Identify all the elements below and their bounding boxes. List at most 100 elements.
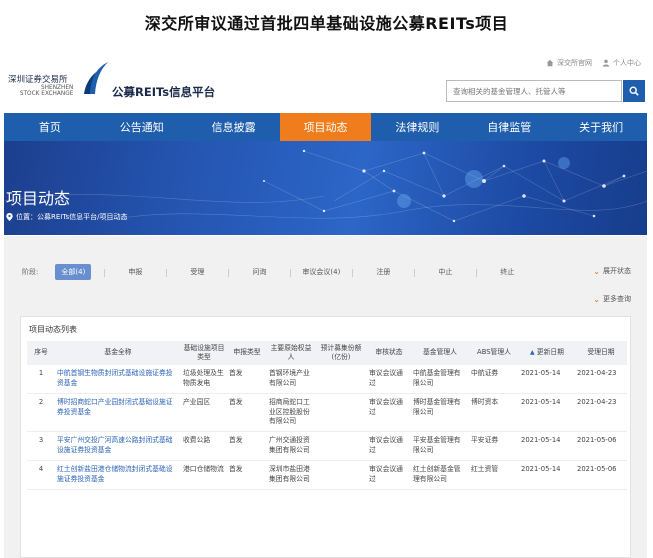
table-row: 2 博时招商蛇口产业园封闭式基础设施证券投资基金 产业园区 首发 招商局蛇口工业区控股股… (27, 393, 627, 433)
stage-registration-label: 注册 (376, 268, 391, 276)
cell-fund-name[interactable]: 博时招商蛇口产业园封闭式基础设施证券投资基金 (55, 393, 181, 433)
cell-declare-type: 首发 (227, 365, 267, 394)
nav-disclosure[interactable]: 信息披露 (188, 113, 280, 141)
cell-review-status: 审议会议通过 (367, 393, 411, 433)
user-icon (602, 59, 610, 67)
cell-fund-manager: 红土创新基金管理有限公司 (411, 460, 469, 490)
sort-up-icon: ▲ (530, 349, 535, 357)
home-icon (546, 59, 554, 67)
cell-expected-shares (315, 460, 367, 490)
list-title: 项目动态列表 (29, 325, 77, 334)
cell-project-type: 产业园区 (181, 393, 227, 433)
cell-fund-name[interactable]: 平安广州交投广河高速公路封闭式基础设施证券投资基金 (55, 431, 181, 461)
szse-home-link[interactable]: 深交所官网 (546, 58, 592, 68)
table-row: 1 中航首钢生物质封闭式基础设施证券投资基金 垃圾处理及生物质发电 首发 首钢环境产业有… (27, 365, 627, 394)
szse-logo[interactable]: 深圳证券交易所 SHENZHEN STOCK EXCHANGE (8, 60, 108, 104)
stage-terminated-label: 终止 (500, 268, 515, 276)
col-header-project-type: 基础设施项目类型 (183, 343, 225, 361)
cell-accept-date: 2021-05-06 (575, 431, 627, 461)
stage-accepted[interactable]: 受理 (166, 267, 228, 277)
stage-all-label: 全部(4) (55, 264, 92, 280)
cell-update-date: 2021-05-14 (519, 460, 575, 490)
stage-label: 阶段: (22, 268, 39, 276)
cell-accept-date: 2021-04-23 (575, 365, 627, 394)
szse-home-label: 深交所官网 (557, 59, 592, 67)
szse-logo-mark-icon (84, 62, 108, 94)
cell-fund-name[interactable]: 中航首钢生物质封闭式基础设施证券投资基金 (55, 365, 181, 394)
stage-suspended-label: 中止 (438, 268, 453, 276)
cell-abs-manager: 博时资本 (469, 393, 519, 433)
table-row: 4 红土创新盐田港仓储物流封闭式基础设施证券投资基金 港口仓储物流 首发 深圳市盐田港集… (27, 460, 627, 490)
cell-original-owner: 广州交通投资集团有限公司 (267, 431, 315, 461)
stage-review-meeting[interactable]: 审议会议(4) (290, 267, 352, 277)
cell-index: 4 (27, 460, 55, 490)
personal-center-link[interactable]: 个人中心 (602, 58, 641, 68)
logo-text-en-line2: STOCK EXCHANGE (19, 91, 74, 98)
cell-accept-date: 2021-05-06 (575, 460, 627, 490)
chevron-down-icon: ⌄ (593, 266, 600, 276)
project-table: 序号 基金全称 基础设施项目类型 申报类型 主要原始权益人 预计募集份额(亿份)… (27, 341, 627, 490)
project-list: 项目动态列表 序号 基金全称 基础设施项目类型 申报类型 主要原始权益人 预计募… (20, 316, 631, 558)
cell-abs-manager: 红土资管 (469, 460, 519, 490)
table-row: 3 平安广州交投广河高速公路封闭式基础设施证券投资基金 收费公路 首发 广州交通投资集团… (27, 431, 627, 461)
nav-announcements[interactable]: 公告通知 (96, 113, 188, 141)
col-header-declare-type: 申报类型 (233, 348, 261, 357)
search-input[interactable] (446, 80, 622, 102)
cell-original-owner: 首钢环境产业有限公司 (267, 365, 315, 394)
cell-index: 3 (27, 431, 55, 461)
filter-panel: 阶段: 全部(4) 申报 受理 问询 审议会议(4) 注册 中止 终止 ⌄ 展开… (4, 236, 647, 558)
stage-all[interactable]: 全部(4) (42, 264, 104, 280)
cell-abs-manager: 中航证券 (469, 365, 519, 394)
stage-filter: 阶段: 全部(4) 申报 受理 问询 审议会议(4) 注册 中止 终止 (22, 264, 538, 280)
breadcrumb-text[interactable]: 位置：公募REITs信息平台/项目动态 (16, 212, 127, 222)
update-date-label: 更新日期 (536, 348, 564, 357)
breadcrumb: 位置：公募REITs信息平台/项目动态 (6, 212, 127, 222)
cell-review-status: 审议会议通过 (367, 431, 411, 461)
cell-original-owner: 招商局蛇口工业区控股股份有限公司 (267, 393, 315, 433)
stage-declare-label: 申报 (128, 268, 143, 276)
cell-review-status: 审议会议通过 (367, 365, 411, 394)
search-button[interactable] (623, 80, 645, 102)
col-header-fund-manager: 基金管理人 (423, 348, 457, 357)
cell-accept-date: 2021-04-23 (575, 393, 627, 433)
nav-home[interactable]: 首页 (4, 113, 96, 141)
nav-rules[interactable]: 法律规则 (371, 113, 463, 141)
expand-status-toggle[interactable]: ⌄ 展开状态 (593, 266, 631, 276)
logo-text-cn: 深圳证券交易所 (8, 75, 68, 85)
nav-project-dynamics[interactable]: 项目动态 (279, 113, 372, 141)
nav-self-regulation[interactable]: 自律监管 (463, 113, 555, 141)
cell-project-type: 收费公路 (181, 431, 227, 461)
cell-fund-manager: 中航基金管理有限公司 (411, 365, 469, 394)
logo-text-en: SHENZHEN STOCK EXCHANGE (20, 85, 74, 98)
cell-expected-shares (315, 393, 367, 433)
stage-declare[interactable]: 申报 (104, 267, 166, 277)
stage-accepted-label: 受理 (190, 268, 205, 276)
stage-suspended[interactable]: 中止 (414, 267, 476, 277)
cell-expected-shares (315, 431, 367, 461)
more-query-toggle[interactable]: ⌄ 更多查询 (593, 294, 631, 304)
cell-fund-manager: 博时基金管理有限公司 (411, 393, 469, 433)
cell-declare-type: 首发 (227, 393, 267, 433)
col-header-expected-shares: 预计募集份额(亿份) (320, 343, 362, 361)
cell-fund-manager: 平安基金管理有限公司 (411, 431, 469, 461)
cell-fund-name[interactable]: 红土创新盐田港仓储物流封闭式基础设施证券投资基金 (55, 460, 181, 490)
cell-update-date: 2021-05-14 (519, 365, 575, 394)
cell-declare-type: 首发 (227, 460, 267, 490)
chevron-down-icon: ⌄ (593, 294, 600, 304)
stage-terminated[interactable]: 终止 (476, 267, 538, 277)
platform-name: 公募REITs信息平台 (112, 85, 216, 99)
col-header-fund-name: 基金全称 (104, 348, 132, 357)
col-header-review-status: 审核状态 (375, 348, 403, 357)
col-header-accept-date: 受理日期 (587, 348, 615, 357)
cell-project-type: 港口仓储物流 (181, 460, 227, 490)
stage-registration[interactable]: 注册 (352, 267, 414, 277)
col-header-update-date[interactable]: ▲ 更新日期 (519, 341, 575, 365)
nav-about-us[interactable]: 关于我们 (555, 113, 647, 141)
expand-status-label: 展开状态 (603, 267, 631, 275)
stage-inquiry-label: 问询 (252, 268, 267, 276)
page-title: 项目动态 (6, 189, 71, 208)
main-nav: 首页 公告通知 信息披露 项目动态 法律规则 自律监管 关于我们 (4, 113, 647, 141)
stage-review-meeting-label: 审议会议(4) (302, 268, 341, 276)
cell-abs-manager: 平安证券 (469, 431, 519, 461)
stage-inquiry[interactable]: 问询 (228, 267, 290, 277)
